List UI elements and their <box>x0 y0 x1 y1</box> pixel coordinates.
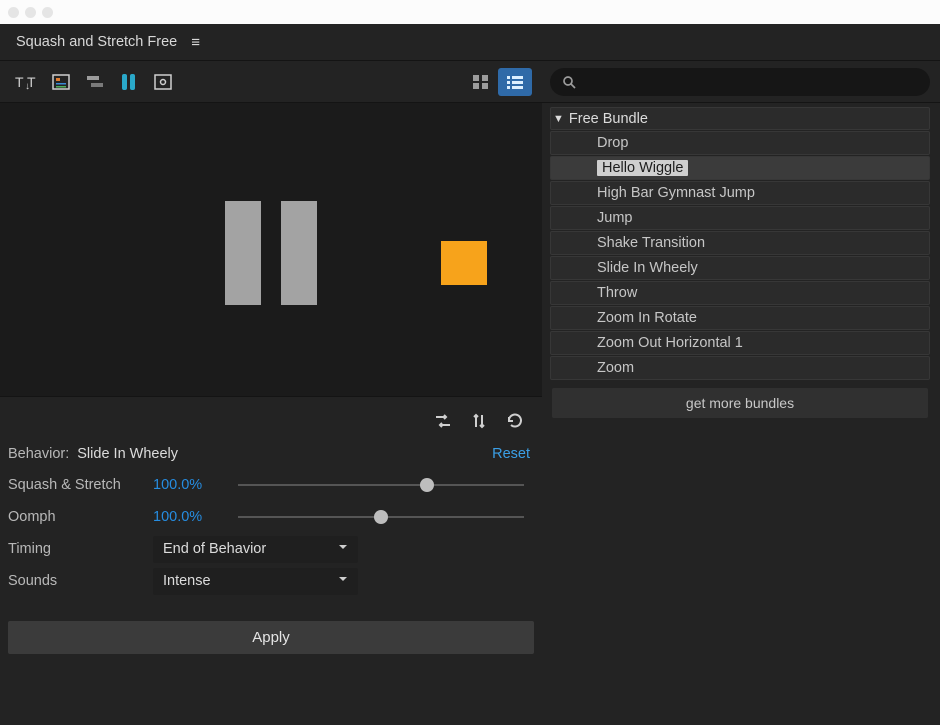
text-tool-icon: T ↓ T <box>15 72 39 92</box>
preview-area <box>0 103 542 397</box>
bundle-tree: ▼ Free Bundle Drop Hello Wiggle High Bar G… <box>542 103 940 426</box>
app-root: Squash and Stretch Free ≡ T ↓ T <box>0 24 940 725</box>
tree-item-label: Hello Wiggle <box>597 160 688 176</box>
tree-item-label: Zoom Out Horizontal 1 <box>597 335 743 351</box>
get-more-bundles-label: get more bundles <box>686 395 794 411</box>
squash-label: Squash & Stretch <box>8 477 153 493</box>
traffic-light-max[interactable] <box>42 7 53 18</box>
sounds-row: Sounds Intense <box>8 565 534 597</box>
chevron-down-icon <box>338 542 348 552</box>
timing-select-value: End of Behavior <box>163 541 266 557</box>
panel-header: Squash and Stretch Free ≡ <box>0 24 940 61</box>
squash-slider-thumb[interactable] <box>420 478 434 492</box>
control-icon-row <box>8 397 534 439</box>
behavior-value: Slide In Wheely <box>77 446 178 462</box>
layer-tool-icon <box>50 72 72 92</box>
tree-item-label: Slide In Wheely <box>597 260 698 276</box>
chevron-down-icon <box>338 574 348 584</box>
tree-item[interactable]: Zoom In Rotate <box>550 306 930 330</box>
squash-slider-track[interactable] <box>238 484 524 486</box>
behavior-row: Behavior: Slide In Wheely Reset <box>8 439 534 469</box>
controls-panel: Behavior: Slide In Wheely Reset Squash &… <box>0 397 542 725</box>
squash-slider-row: Squash & Stretch 100.0% <box>8 469 534 501</box>
tree-item[interactable]: Throw <box>550 281 930 305</box>
tree-item[interactable]: Jump <box>550 206 930 230</box>
tree-item[interactable]: Hello Wiggle <box>550 156 930 180</box>
columns-tool-button[interactable] <box>112 68 146 96</box>
tree-item[interactable]: Shake Transition <box>550 231 930 255</box>
svg-text:T: T <box>27 74 36 90</box>
apply-button[interactable]: Apply <box>8 621 534 654</box>
sounds-select[interactable]: Intense <box>153 568 358 595</box>
search-box[interactable] <box>550 68 930 96</box>
refresh-button[interactable] <box>502 408 528 434</box>
timing-row: Timing End of Behavior <box>8 533 534 565</box>
oomph-value[interactable]: 100.0% <box>153 509 238 525</box>
swap-icon <box>468 411 490 431</box>
grid-view-icon <box>470 72 492 92</box>
oomph-label: Oomph <box>8 509 153 525</box>
left-column: T ↓ T <box>0 61 542 725</box>
shuffle-button[interactable] <box>430 408 456 434</box>
tree-item-label: Jump <box>597 210 632 226</box>
swap-button[interactable] <box>466 408 492 434</box>
align-tool-icon <box>84 72 106 92</box>
squash-value[interactable]: 100.0% <box>153 477 238 493</box>
bundle-header[interactable]: ▼ Free Bundle <box>550 107 930 130</box>
timing-label: Timing <box>8 541 153 557</box>
tree-item-label: Throw <box>597 285 637 301</box>
traffic-light-close[interactable] <box>8 7 19 18</box>
align-tool-button[interactable] <box>78 68 112 96</box>
traffic-light-min[interactable] <box>25 7 36 18</box>
svg-text:T: T <box>15 74 24 90</box>
reset-link[interactable]: Reset <box>492 446 534 462</box>
get-more-bundles-button[interactable]: get more bundles <box>552 388 928 418</box>
search-input[interactable] <box>576 74 918 89</box>
window-titlebar <box>0 0 940 24</box>
behavior-label: Behavior: <box>8 446 69 462</box>
timing-select[interactable]: End of Behavior <box>153 536 358 563</box>
tree-item-label: High Bar Gymnast Jump <box>597 185 755 201</box>
preview-shape-square <box>441 241 487 285</box>
list-view-icon <box>504 72 526 92</box>
tree-item-label: Drop <box>597 135 628 151</box>
right-column: ▼ Free Bundle Drop Hello Wiggle High Bar G… <box>542 61 940 725</box>
tree-item[interactable]: Zoom Out Horizontal 1 <box>550 331 930 355</box>
tree-item[interactable]: Slide In Wheely <box>550 256 930 280</box>
toolbar: T ↓ T <box>0 61 542 103</box>
bounds-tool-button[interactable] <box>146 68 180 96</box>
panel-title: Squash and Stretch Free <box>16 34 177 50</box>
panel-menu-icon[interactable]: ≡ <box>191 35 200 50</box>
sounds-select-value: Intense <box>163 573 211 589</box>
tree-item[interactable]: Zoom <box>550 356 930 380</box>
bounds-tool-icon <box>152 72 174 92</box>
oomph-slider-thumb[interactable] <box>374 510 388 524</box>
oomph-slider-row: Oomph 100.0% <box>8 501 534 533</box>
refresh-icon <box>504 411 526 431</box>
tree-item-label: Zoom In Rotate <box>597 310 697 326</box>
search-row <box>542 61 940 103</box>
tree-item-label: Shake Transition <box>597 235 705 251</box>
layer-tool-button[interactable] <box>44 68 78 96</box>
main-row: T ↓ T <box>0 61 940 725</box>
sounds-label: Sounds <box>8 573 153 589</box>
bundle-name: Free Bundle <box>569 111 648 127</box>
text-tool-button[interactable]: T ↓ T <box>10 68 44 96</box>
tree-item[interactable]: High Bar Gymnast Jump <box>550 181 930 205</box>
tree-item-label: Zoom <box>597 360 634 376</box>
apply-button-label: Apply <box>252 629 290 646</box>
preview-shape-bar-1 <box>225 201 261 305</box>
preview-shape-bar-2 <box>281 201 317 305</box>
shuffle-icon <box>432 411 454 431</box>
disclosure-triangle-icon: ▼ <box>553 113 564 125</box>
tree-item[interactable]: Drop <box>550 131 930 155</box>
search-icon <box>562 75 576 89</box>
list-view-button[interactable] <box>498 68 532 96</box>
oomph-slider-track[interactable] <box>238 516 524 518</box>
grid-view-button[interactable] <box>464 68 498 96</box>
columns-tool-icon <box>118 72 140 92</box>
